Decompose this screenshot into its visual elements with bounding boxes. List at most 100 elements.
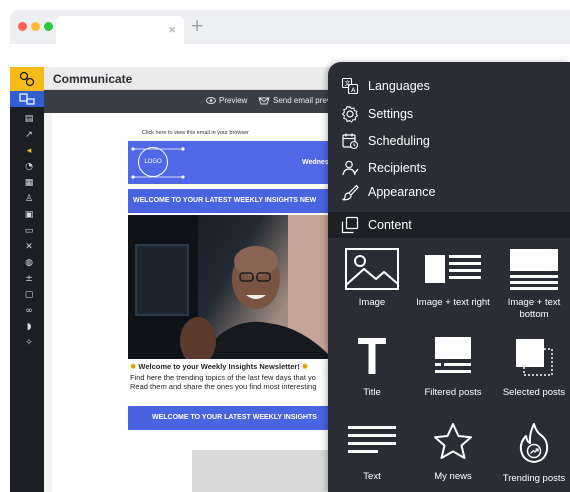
tab-close-icon[interactable]: × (168, 22, 176, 37)
block-text[interactable]: Text (332, 422, 412, 492)
menu-label: Scheduling (368, 134, 430, 148)
filtered-posts-icon (435, 337, 471, 373)
menu-item-content[interactable]: Content (328, 212, 570, 238)
calendar-grid-icon[interactable]: ▦ (24, 178, 34, 188)
block-image[interactable]: Image (332, 247, 412, 335)
block-label: My news (434, 471, 472, 482)
hero-image[interactable] (128, 215, 344, 359)
sparkle-icon: ✸ (301, 362, 309, 371)
trend-icon[interactable]: ↗ (24, 130, 34, 140)
body-line: Read them and share the ones you find mo… (130, 382, 317, 391)
menu-item-recipients[interactable]: Recipients (328, 156, 570, 180)
block-label: Trending posts (502, 473, 566, 484)
sparkle-icon: ✸ (130, 362, 137, 371)
star-icon (434, 423, 472, 459)
globe-icon[interactable]: ◍ (24, 258, 34, 268)
menu-item-scheduling[interactable]: Scheduling (328, 129, 570, 153)
window-icon[interactable]: ▭ (24, 226, 34, 236)
editor-toolbar: Preview Send email preview (44, 90, 344, 113)
tools-icon[interactable]: ✕ (24, 242, 34, 252)
menu-label: Recipients (368, 161, 427, 175)
welcome-button[interactable]: WELCOME TO YOUR LATEST WEEKLY INSIGHTS (128, 406, 344, 430)
app-logo[interactable] (10, 67, 44, 91)
eye-icon (206, 97, 216, 104)
megaphone-icon[interactable]: ◂ (24, 146, 34, 156)
sidebar-item-active[interactable] (10, 91, 44, 107)
block-trending-posts[interactable]: Trending posts (494, 422, 570, 492)
woman-laughing-image (128, 215, 344, 359)
preview-button[interactable]: Preview (206, 96, 247, 105)
languages-icon: 文 A (341, 77, 359, 95)
minimize-window-dot[interactable] (31, 22, 40, 31)
header-date: Wednes (302, 159, 329, 166)
block-my-news[interactable]: My news (413, 422, 493, 492)
email-header-block[interactable]: LOGO Wednes (128, 141, 344, 184)
link-icon[interactable]: ∞ (24, 306, 34, 316)
newsletter-title-text: Welcome to your Weekly Insights Newslett… (138, 362, 300, 371)
close-window-dot[interactable] (18, 22, 27, 31)
svg-text:A: A (351, 86, 356, 94)
print-icon[interactable]: ▣ (24, 210, 34, 220)
title-icon (358, 338, 386, 374)
block-label: Image + text bottom (507, 297, 561, 320)
block-image-text-bottom[interactable]: Image + text bottom (494, 247, 570, 335)
selected-posts-icon (516, 339, 553, 376)
browser-tab[interactable]: × (56, 16, 184, 44)
cup-icon[interactable]: ◗ (24, 322, 34, 332)
block-filtered-posts[interactable]: Filtered posts (413, 335, 493, 423)
menu-item-settings[interactable]: Settings (328, 102, 570, 126)
block-label: Selected posts (502, 387, 566, 398)
page-title: Communicate (53, 72, 133, 86)
block-title[interactable]: Title (332, 335, 412, 423)
trending-icon (519, 423, 549, 463)
menu-label: Languages (368, 79, 430, 93)
users-icon[interactable]: ♙ (24, 194, 34, 204)
editor-canvas: Click here to view this email in your br… (44, 113, 344, 492)
block-image-text-right[interactable]: Image + text right (413, 247, 493, 335)
email-preview: Click here to view this email in your br… (52, 113, 344, 492)
image-icon (345, 248, 399, 290)
menu-item-appearance[interactable]: Appearance (328, 180, 570, 204)
preview-label: Preview (219, 96, 248, 105)
document-icon[interactable]: ▤ (24, 114, 34, 124)
app-sidebar: ▤ ↗ ◂ ◔ ▦ ♙ ▣ ▭ ✕ ◍ ± ▢ ∞ ◗ ✧ (10, 67, 44, 492)
new-tab-icon[interactable]: + (190, 16, 204, 36)
puzzle-icon[interactable]: ✧ (24, 338, 34, 348)
recipients-icon (342, 160, 359, 176)
image-text-bottom-icon (510, 249, 558, 290)
gear-icon (341, 105, 359, 123)
browser-titlebar: × + (10, 10, 570, 44)
image-text-right-icon (425, 255, 481, 283)
brush-icon (342, 184, 359, 201)
welcome-banner[interactable]: WELCOME TO YOUR LATEST WEEKLY INSIGHTS N… (128, 189, 344, 213)
menu-label: Settings (368, 107, 414, 121)
layout-icon (19, 93, 35, 105)
placeholder-block[interactable] (192, 450, 344, 492)
block-selected-posts[interactable]: Selected posts (494, 335, 570, 423)
maximize-window-dot[interactable] (44, 22, 53, 31)
body-line: Find here the trending topics of the las… (130, 373, 316, 382)
logo-frame-icon (131, 147, 185, 179)
menu-label: Appearance (368, 185, 436, 199)
text-icon (348, 426, 396, 453)
newsletter-body[interactable]: Find here the trending topics of the las… (130, 373, 344, 391)
newsletter-title[interactable]: ✸ Welcome to your Weekly Insights Newsle… (130, 362, 308, 371)
content-icon (341, 216, 359, 234)
app-logo-icon (19, 71, 35, 87)
app-header: Communicate (44, 67, 344, 90)
plus-minus-icon[interactable]: ± (24, 274, 34, 284)
menu-item-languages[interactable]: 文 A Languages (328, 74, 570, 98)
settings-panel: 文 A Languages Settings Scheduling Recipi… (328, 62, 570, 492)
calendar-icon (342, 133, 359, 150)
view-in-browser-link[interactable]: Click here to view this email in your br… (142, 130, 249, 136)
block-label: Image + text right (416, 297, 490, 308)
block-label: Image (358, 297, 386, 308)
block-label: Text (363, 471, 381, 482)
chat-icon[interactable]: ▢ (24, 290, 34, 300)
block-label: Title (363, 387, 381, 398)
gauge-icon[interactable]: ◔ (24, 162, 34, 172)
svg-text:文: 文 (345, 80, 351, 88)
menu-label: Content (368, 218, 412, 232)
send-email-icon (258, 97, 270, 104)
block-label: Filtered posts (424, 387, 482, 398)
